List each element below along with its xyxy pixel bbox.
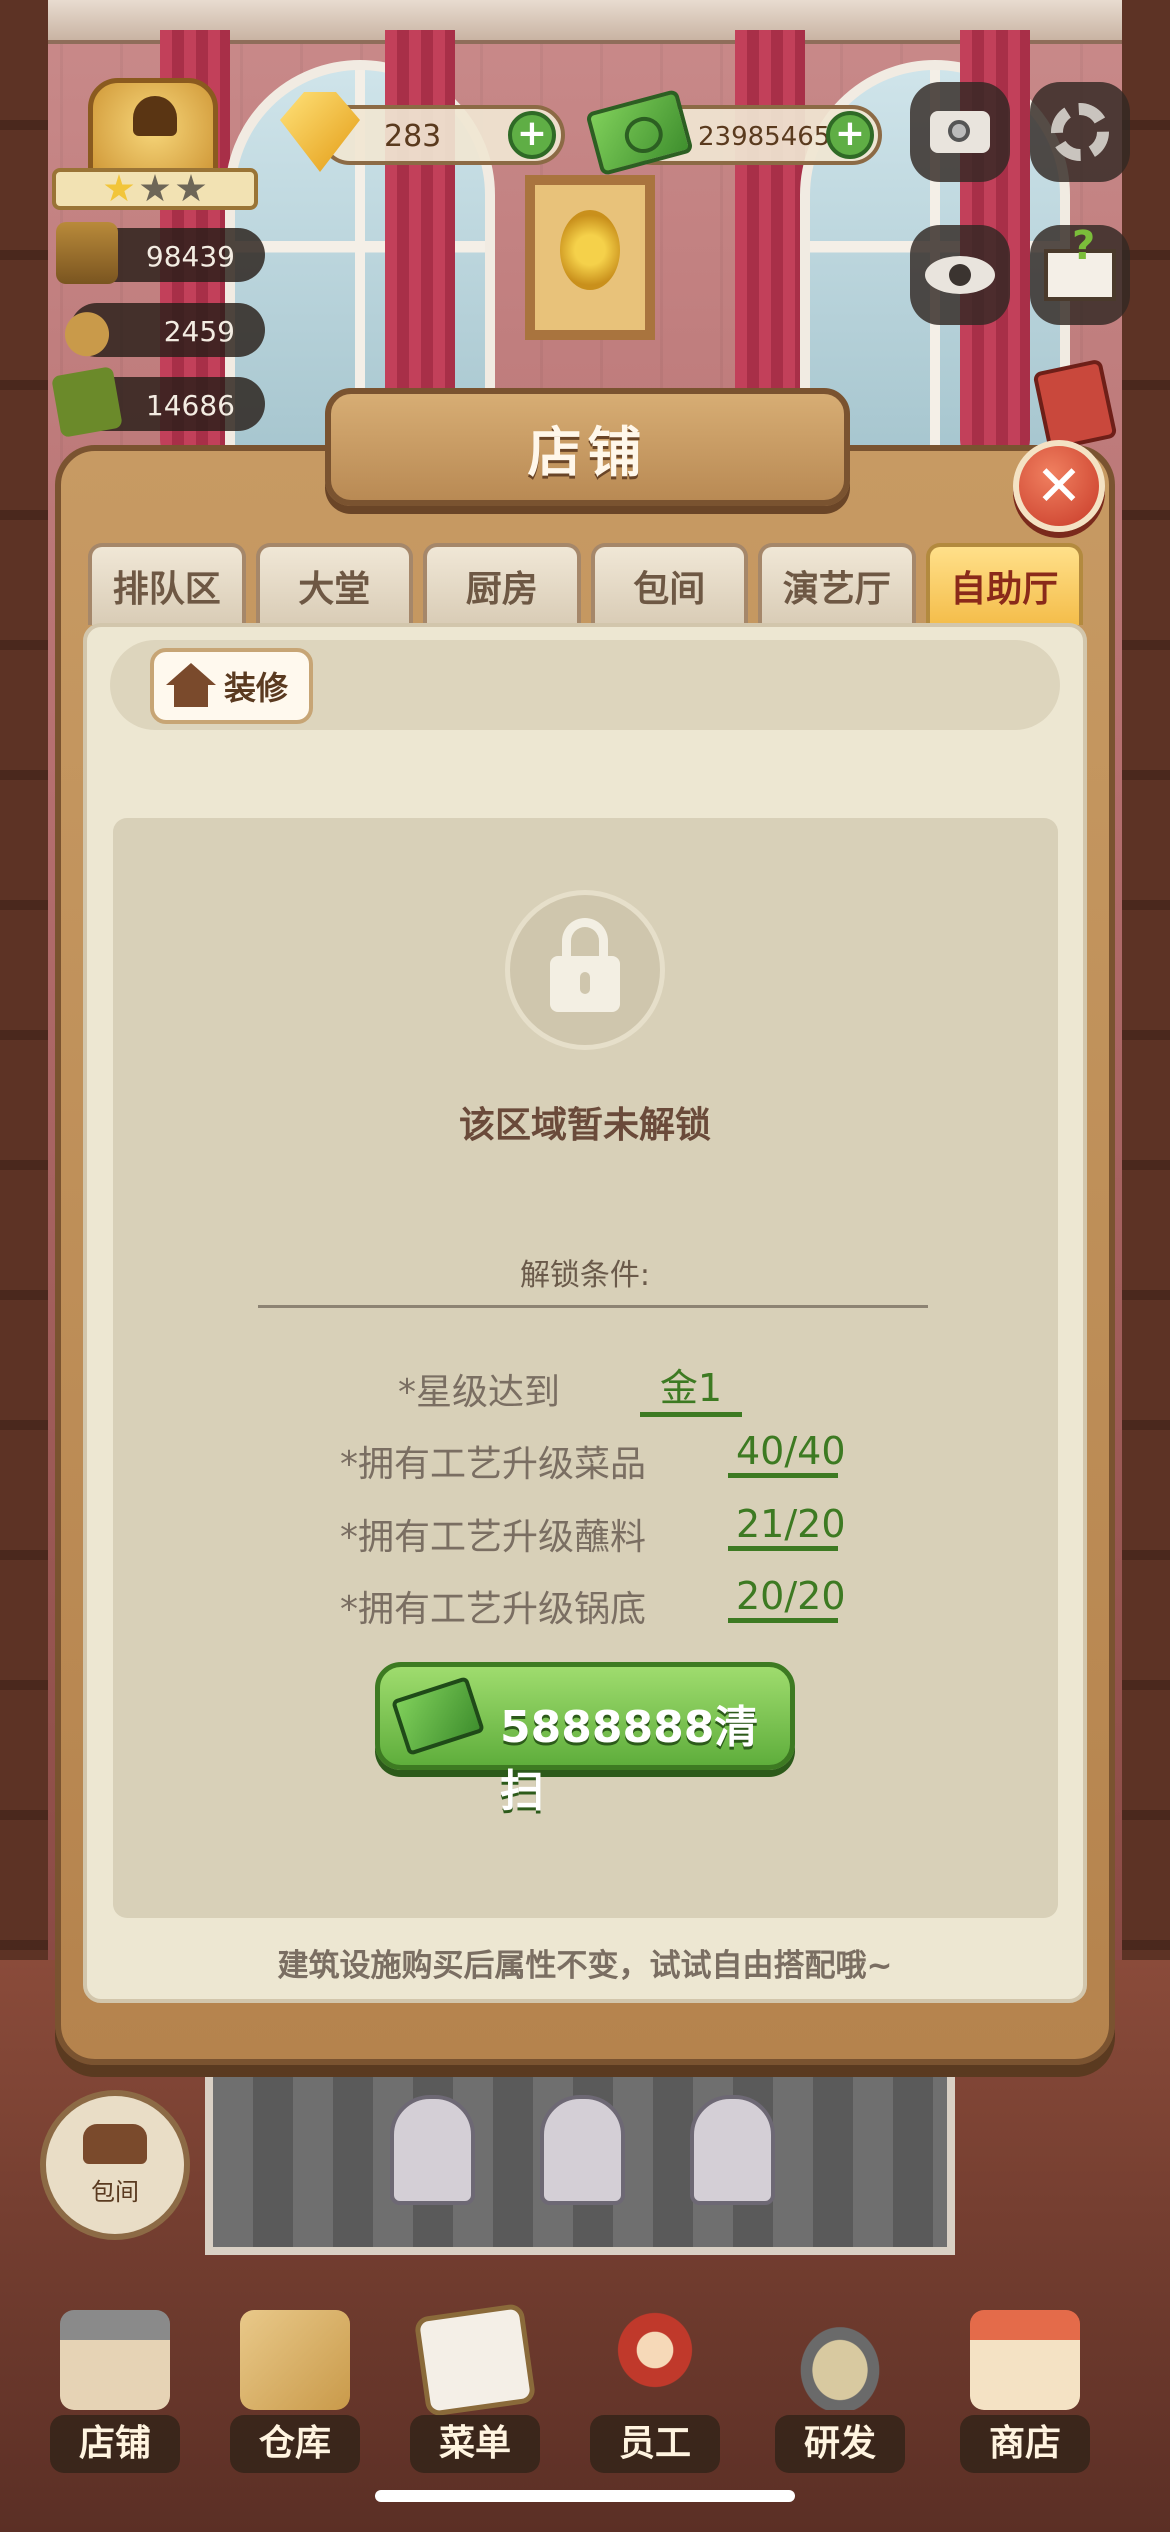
- add-gems-button[interactable]: +: [508, 111, 556, 159]
- gear-icon: [1051, 103, 1109, 161]
- camera-icon: [930, 111, 990, 153]
- condition-value: 20/20: [728, 1574, 846, 1623]
- pillar-left: [0, 0, 48, 1960]
- stat-trophy-value: 98439: [145, 240, 235, 273]
- lock-badge: [505, 890, 665, 1050]
- settings-button[interactable]: [1030, 82, 1130, 182]
- locked-message: 该区域暂未解锁: [458, 1105, 711, 1146]
- close-icon: ✕: [1035, 453, 1083, 519]
- condition-label: *拥有工艺升级菜品: [340, 1444, 647, 1485]
- nav-shop-label: 店铺: [50, 2415, 180, 2473]
- storefront-icon: [60, 2310, 170, 2410]
- decorate-label: 装修: [224, 669, 289, 707]
- dining-chair: [540, 2095, 625, 2205]
- home-indicator[interactable]: [375, 2490, 795, 2502]
- nav-shop[interactable]: 店铺: [40, 2300, 190, 2480]
- tab-lobby[interactable]: 大堂: [255, 543, 413, 625]
- nav-warehouse-label: 仓库: [230, 2415, 360, 2473]
- clean-unlock-label: 5888888清扫: [500, 1702, 759, 1817]
- dining-chair: [390, 2095, 475, 2205]
- nav-staff[interactable]: 员工: [580, 2300, 730, 2480]
- area-tabs: 排队区 大堂 厨房 包间 演艺厅 自助厅: [88, 543, 1083, 625]
- modal-title: 店铺: [527, 420, 648, 484]
- condition-row: *星级达到 金1: [0, 1355, 1170, 1417]
- sunflower-painting: [525, 175, 655, 340]
- house-icon: [166, 663, 216, 709]
- menu-book-icon: [51, 366, 123, 438]
- stat-trophy[interactable]: 98439: [56, 222, 265, 284]
- hotpot-icon: [785, 2310, 895, 2410]
- store-icon: [970, 2310, 1080, 2410]
- star-empty-icon: [140, 174, 170, 202]
- help-book-icon: ?: [1044, 223, 1116, 301]
- add-cash-button[interactable]: +: [826, 111, 874, 159]
- star-rating: [52, 168, 258, 210]
- tab-performance-hall[interactable]: 演艺厅: [758, 543, 916, 625]
- stat-cloche-value: 2459: [163, 315, 235, 348]
- cloche-icon: [56, 297, 118, 359]
- condition-value: 21/20: [728, 1502, 846, 1551]
- nav-menu[interactable]: 菜单: [400, 2300, 550, 2480]
- stat-cloche[interactable]: 2459: [56, 297, 265, 359]
- condition-row: *拥有工艺升级菜品 40/40: [0, 1427, 1170, 1487]
- modal-title-plate: 店铺: [325, 388, 850, 506]
- condition-row: *拥有工艺升级蘸料 21/20: [0, 1500, 1170, 1560]
- help-guide-button[interactable]: ?: [1030, 223, 1130, 325]
- chef-hat-icon: [133, 96, 177, 136]
- chef-trophy-icon: [56, 222, 118, 284]
- decorate-button[interactable]: 装修: [150, 648, 313, 724]
- close-button[interactable]: ✕: [1013, 440, 1105, 532]
- condition-value: 40/40: [728, 1429, 846, 1478]
- waitress-icon: [600, 2310, 710, 2410]
- nav-warehouse[interactable]: 仓库: [220, 2300, 370, 2480]
- condition-label: *星级达到: [398, 1372, 561, 1413]
- camera-button[interactable]: [910, 82, 1010, 182]
- clipboard-icon: [413, 2302, 537, 2418]
- nav-research-label: 研发: [775, 2415, 905, 2473]
- cash-icon: [390, 1676, 486, 1756]
- condition-value: 金1: [640, 1357, 742, 1417]
- unlock-conditions-title: 解锁条件:: [519, 1258, 651, 1293]
- private-room-label: 包间: [91, 2177, 139, 2206]
- lock-icon: [550, 918, 620, 1012]
- nav-store-label: 商店: [960, 2415, 1090, 2473]
- tab-buffet-hall[interactable]: 自助厅: [925, 543, 1083, 625]
- nav-menu-label: 菜单: [410, 2415, 540, 2473]
- sofa-icon: [83, 2123, 147, 2164]
- stat-menu-value: 14686: [145, 389, 235, 422]
- stat-menu[interactable]: 14686: [51, 366, 265, 438]
- cash-count: 23985465: [698, 122, 831, 152]
- private-room-button[interactable]: 包间: [40, 2090, 190, 2240]
- footnote-tip: 建筑设施购买后属性不变，试试自由搭配哦~: [277, 1948, 893, 1984]
- clean-unlock-button[interactable]: 5888888清扫: [375, 1662, 795, 1817]
- tab-private-room[interactable]: 包间: [590, 543, 748, 625]
- gem-count: 283: [384, 119, 442, 154]
- nav-research[interactable]: 研发: [765, 2300, 915, 2480]
- condition-label: *拥有工艺升级锅底: [340, 1589, 647, 1630]
- view-button[interactable]: [910, 225, 1010, 325]
- bottom-nav: 店铺 仓库 菜单 员工 研发 商店: [0, 2300, 1170, 2480]
- condition-row: *拥有工艺升级锅底 20/20: [0, 1572, 1170, 1632]
- tab-queue-area[interactable]: 排队区: [88, 543, 246, 625]
- restaurant-rank-badge[interactable]: [48, 68, 263, 218]
- divider: [258, 1305, 928, 1308]
- star-empty-icon: [176, 174, 206, 202]
- boxes-icon: [240, 2310, 350, 2410]
- gem-counter: 283 +: [320, 105, 565, 165]
- dining-chair: [690, 2095, 775, 2205]
- nav-store[interactable]: 商店: [950, 2300, 1100, 2480]
- nav-staff-label: 员工: [590, 2415, 720, 2473]
- star-filled-icon: [104, 174, 134, 202]
- condition-label: *拥有工艺升级蘸料: [340, 1517, 647, 1558]
- eye-icon: [925, 256, 995, 294]
- tab-kitchen[interactable]: 厨房: [423, 543, 581, 625]
